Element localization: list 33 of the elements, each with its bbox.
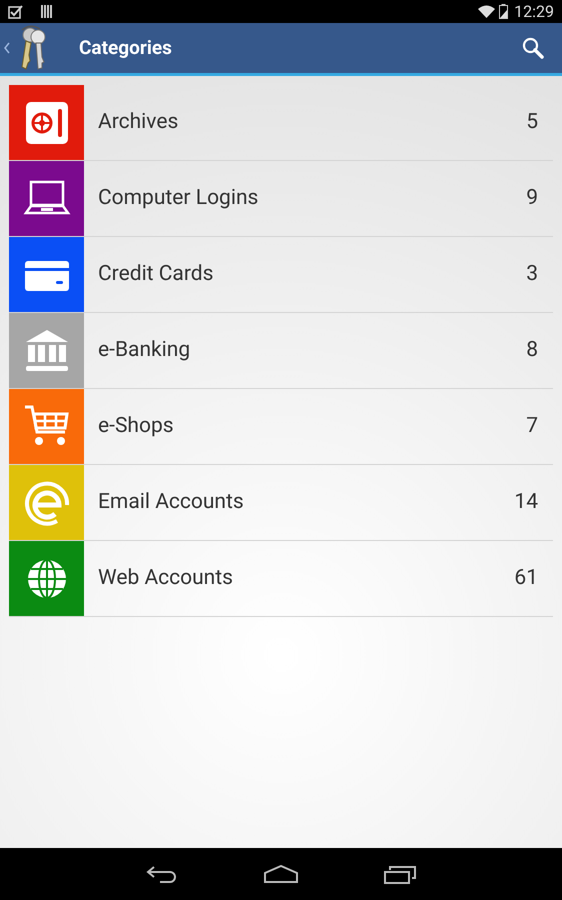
checkbox-notification-icon xyxy=(8,4,24,18)
category-row[interactable]: Archives 5 xyxy=(9,85,553,161)
barcode-notification-icon xyxy=(41,5,52,18)
recent-apps-button[interactable] xyxy=(384,864,416,884)
search-icon xyxy=(522,37,544,59)
category-row[interactable]: Email Accounts 14 xyxy=(9,465,553,541)
category-row[interactable]: Web Accounts 61 xyxy=(9,541,553,617)
category-row[interactable]: e-Banking 8 xyxy=(9,313,553,389)
clock: 12:29 xyxy=(514,0,554,22)
item-count: 61 xyxy=(514,564,538,592)
screen-title: Categories xyxy=(79,34,172,61)
category-name: Credit Cards xyxy=(98,260,214,288)
e-letter-icon xyxy=(22,478,70,526)
item-count: 3 xyxy=(526,260,538,288)
category-row[interactable]: Credit Cards 3 xyxy=(9,237,553,313)
category-name: Web Accounts xyxy=(98,564,234,592)
home-button[interactable] xyxy=(264,865,298,883)
item-count: 7 xyxy=(526,412,538,440)
category-name: Email Accounts xyxy=(98,488,245,516)
item-count: 14 xyxy=(514,488,538,516)
category-name: e-Banking xyxy=(98,336,192,364)
wifi-icon xyxy=(478,5,496,18)
category-name: e-Shops xyxy=(98,412,175,440)
category-name: Computer Logins xyxy=(98,184,260,212)
item-count: 8 xyxy=(526,336,538,364)
back-button[interactable] xyxy=(146,864,178,884)
category-name: Archives xyxy=(98,108,180,136)
battery-icon xyxy=(499,4,508,19)
item-count: 5 xyxy=(526,108,538,136)
back-caret-icon xyxy=(4,42,10,54)
category-row[interactable]: e-Shops 7 xyxy=(9,389,553,465)
category-row[interactable]: Computer Logins 9 xyxy=(9,161,553,237)
item-count: 9 xyxy=(526,184,538,212)
